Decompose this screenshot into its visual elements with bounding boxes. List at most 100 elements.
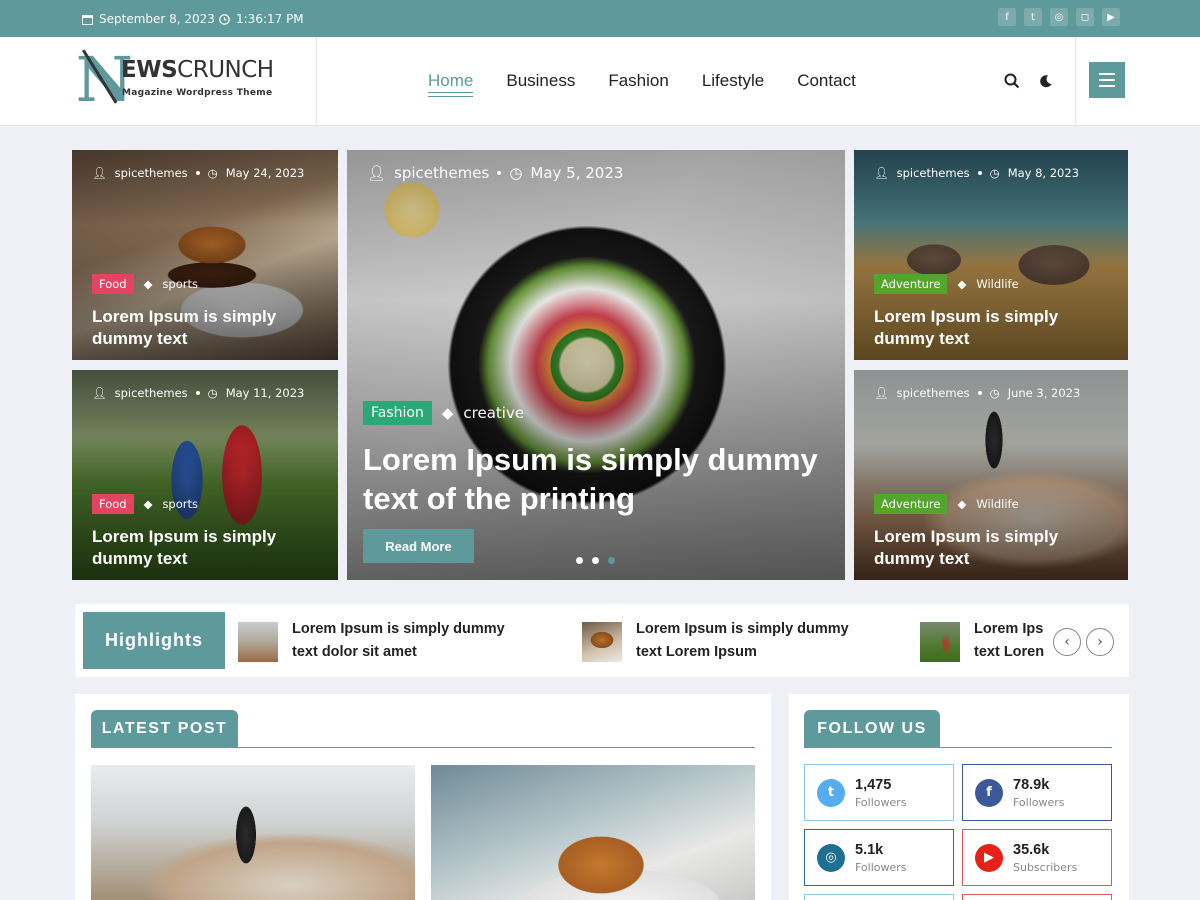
hero-card-right-bottom[interactable]: 👤︎ spicethemes ◷ June 3, 2023 Adventure ◆… xyxy=(854,370,1128,580)
nav-home[interactable]: Home xyxy=(428,71,474,97)
facebook-icon: f xyxy=(975,778,1003,807)
subscriber-label: Subscribers xyxy=(1013,860,1078,874)
follow-us-section: FOLLOW US t 1,475 Followers f 78.9k Follow… xyxy=(789,694,1129,900)
post-author[interactable]: spicethemes xyxy=(897,166,970,180)
dark-mode-icon[interactable] xyxy=(1034,70,1056,92)
highlights-label: Highlights xyxy=(83,612,225,669)
twitter-icon[interactable]: t xyxy=(1024,8,1042,26)
calendar-icon xyxy=(82,14,93,25)
post-meta: 👤︎ spicethemes ◷ May 5, 2023 xyxy=(367,164,623,182)
post-title[interactable]: Lorem Ipsum is simply dummy text of the … xyxy=(363,440,829,518)
clock-icon: ◷ xyxy=(989,386,1000,400)
post-tag[interactable]: sports xyxy=(162,497,198,511)
site-header: N EWSCRUNCH Magazine Wordpress Theme Hom… xyxy=(0,37,1200,126)
clock-icon: ◷ xyxy=(989,166,1000,180)
twitter-icon: t xyxy=(817,778,845,807)
youtube-icon: ▶ xyxy=(975,843,1003,872)
hero-card-right-top[interactable]: 👤︎ spicethemes ◷ May 8, 2023 Adventure ◆ W… xyxy=(854,150,1128,360)
instagram-icon[interactable]: ◻ xyxy=(1076,8,1094,26)
latest-post-image[interactable] xyxy=(431,765,755,900)
instagram-followers[interactable]: ◎ 5.1k Followers xyxy=(804,829,954,886)
follow-box-partial xyxy=(962,894,1112,900)
slider-dot[interactable] xyxy=(592,557,599,564)
category-badge[interactable]: Fashion xyxy=(363,401,432,425)
post-date[interactable]: June 3, 2023 xyxy=(1008,386,1081,400)
nav-business[interactable]: Business xyxy=(506,71,575,95)
highlight-item[interactable]: Lorem Ipsum is simply dummy text Lorem Ip… xyxy=(582,618,849,664)
facebook-followers[interactable]: f 78.9k Followers xyxy=(962,764,1112,821)
read-more-button[interactable]: Read More xyxy=(363,529,474,563)
post-tag[interactable]: Wildlife xyxy=(976,277,1018,291)
latest-post-image[interactable] xyxy=(91,765,415,900)
nav-lifestyle[interactable]: Lifestyle xyxy=(702,71,764,95)
facebook-icon[interactable]: f xyxy=(998,8,1016,26)
slider-dot[interactable] xyxy=(576,557,583,564)
post-tag[interactable]: Wildlife xyxy=(976,497,1018,511)
section-underline xyxy=(91,747,755,748)
post-date[interactable]: May 8, 2023 xyxy=(1008,166,1079,180)
site-logo[interactable]: N EWSCRUNCH Magazine Wordpress Theme xyxy=(76,49,286,115)
current-time: 1:36:17 PM xyxy=(219,12,304,26)
category-badge[interactable]: Food xyxy=(92,274,134,294)
tag-icon: ◆ xyxy=(957,277,967,291)
highlight-thumbnail xyxy=(920,622,960,662)
post-author[interactable]: spicethemes xyxy=(115,166,188,180)
highlight-item[interactable]: Lorem Ipsum is simply dummy text dolor si… xyxy=(238,618,505,664)
category-badge[interactable]: Food xyxy=(92,494,134,514)
category-badge[interactable]: Adventure xyxy=(874,274,948,294)
category-badge[interactable]: Adventure xyxy=(874,494,948,514)
post-categories: Fashion ◆ creative xyxy=(363,401,524,425)
slider-dot-active[interactable] xyxy=(608,557,615,564)
header-divider xyxy=(1075,37,1076,126)
twitter-followers[interactable]: t 1,475 Followers xyxy=(804,764,954,821)
slider-dots xyxy=(576,557,615,564)
post-title[interactable]: Lorem Ipsum is simply dummy text xyxy=(92,306,322,350)
author-icon: 👤︎ xyxy=(92,166,107,180)
post-meta: 👤︎ spicethemes ◷ May 11, 2023 xyxy=(92,386,304,400)
post-author[interactable]: spicethemes xyxy=(394,164,489,182)
latest-post-heading: LATEST POST xyxy=(91,710,238,747)
current-date: September 8, 2023 xyxy=(82,12,215,26)
clock-icon: ◷ xyxy=(207,166,218,180)
youtube-icon[interactable]: ▶ xyxy=(1102,8,1120,26)
post-meta: 👤︎ spicethemes ◷ May 8, 2023 xyxy=(874,166,1079,180)
dribbble-icon[interactable]: ◎ xyxy=(1050,8,1068,26)
hero-card-featured[interactable]: 👤︎ spicethemes ◷ May 5, 2023 Fashion ◆ cre… xyxy=(347,150,845,580)
hero-card-left-top[interactable]: 👤︎ spicethemes ◷ May 24, 2023 Food ◆ sport… xyxy=(72,150,338,360)
hero-card-left-bottom[interactable]: 👤︎ spicethemes ◷ May 11, 2023 Food ◆ sport… xyxy=(72,370,338,580)
chevron-left-icon[interactable]: ‹ xyxy=(1053,628,1081,656)
follower-label: Followers xyxy=(855,860,907,874)
post-tag[interactable]: creative xyxy=(463,404,524,422)
chevron-right-icon[interactable]: › xyxy=(1086,628,1114,656)
post-title[interactable]: Lorem Ipsum is simply dummy text xyxy=(92,526,322,570)
follower-count: 5.1k xyxy=(855,841,884,858)
highlight-item[interactable]: Lorem Ips text Loren xyxy=(920,618,1046,664)
follower-count: 1,475 xyxy=(855,776,892,793)
post-date[interactable]: May 5, 2023 xyxy=(530,164,623,182)
youtube-subscribers[interactable]: ▶ 35.6k Subscribers xyxy=(962,829,1112,886)
post-author[interactable]: spicethemes xyxy=(897,386,970,400)
logo-tagline: Magazine Wordpress Theme xyxy=(122,88,273,98)
latest-post-section: LATEST POST xyxy=(75,694,771,900)
post-author[interactable]: spicethemes xyxy=(115,386,188,400)
post-categories: Food ◆ sports xyxy=(92,494,198,514)
post-tag[interactable]: sports xyxy=(162,277,198,291)
highlight-thumbnail xyxy=(238,622,278,662)
post-date[interactable]: May 24, 2023 xyxy=(226,166,305,180)
date-text: September 8, 2023 xyxy=(99,12,215,26)
nav-fashion[interactable]: Fashion xyxy=(608,71,668,95)
follow-box-partial xyxy=(804,894,954,900)
post-title[interactable]: Lorem Ipsum is simply dummy text xyxy=(874,306,1112,350)
post-title[interactable]: Lorem Ipsum is simply dummy text xyxy=(874,526,1112,570)
nav-contact[interactable]: Contact xyxy=(797,71,856,95)
post-categories: Food ◆ sports xyxy=(92,274,198,294)
search-icon[interactable] xyxy=(1001,70,1023,92)
highlight-title-line2: text Loren xyxy=(974,644,1045,660)
clock-icon: ◷ xyxy=(207,386,218,400)
menu-toggle-button[interactable] xyxy=(1089,62,1125,98)
author-icon: 👤︎ xyxy=(874,386,889,400)
time-text: 1:36:17 PM xyxy=(236,12,304,26)
post-date[interactable]: May 11, 2023 xyxy=(226,386,305,400)
section-underline xyxy=(804,747,1112,748)
highlight-title-line1: Lorem Ips xyxy=(974,621,1044,637)
